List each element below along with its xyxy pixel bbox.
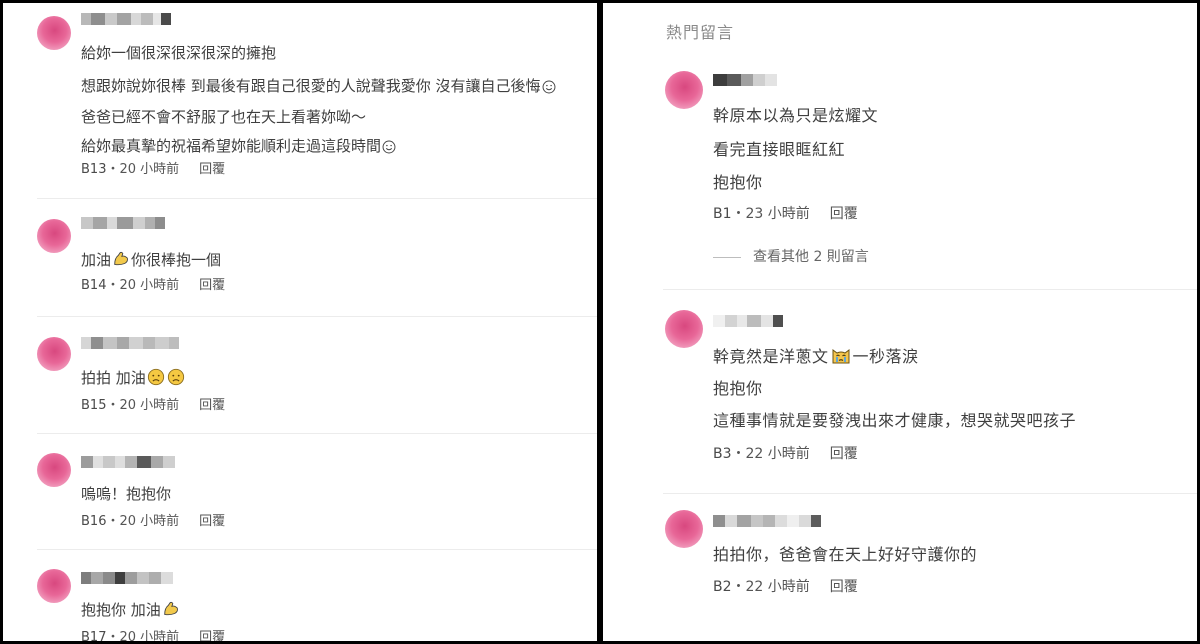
comment-text-line: 看完直接眼眶紅紅 <box>713 140 846 159</box>
comment-meta: B15・20 小時前 回覆 <box>81 398 225 414</box>
floor-number[interactable]: B17 <box>81 630 106 641</box>
username-blurred[interactable] <box>81 456 175 468</box>
reply-button[interactable]: 回覆 <box>830 206 858 222</box>
smile-emoji-icon <box>542 80 555 94</box>
crying-cat-emoji-icon <box>832 349 850 364</box>
comment-item: 拍拍 加油 B15・20 小時前 回覆 <box>3 317 597 433</box>
comment-meta: B2・22 小時前 回覆 <box>713 579 858 595</box>
comment-text-line: 給妳一個很深很深很深的擁抱 <box>81 44 277 62</box>
comment-text-line: 抱抱你 <box>713 173 763 192</box>
floor-number[interactable]: B16 <box>81 514 106 529</box>
comment-meta: B3・22 小時前 回覆 <box>713 446 858 462</box>
timestamp: ・20 小時前 <box>106 162 180 177</box>
timestamp: ・20 小時前 <box>106 398 180 413</box>
comment-text-line: 嗚嗚！抱抱你 <box>81 485 172 503</box>
floor-number[interactable]: B2 <box>713 579 732 595</box>
comment-item: 拍拍你，爸爸會在天上好好守護你的 B2・22 小時前 回覆 <box>603 494 1197 641</box>
floor-number[interactable]: B14 <box>81 278 106 293</box>
timestamp: ・20 小時前 <box>106 278 180 293</box>
avatar[interactable] <box>37 219 71 253</box>
username-blurred[interactable] <box>713 74 777 86</box>
view-more-replies-link[interactable]: 查看其他 2 則留言 <box>713 246 869 266</box>
avatar[interactable] <box>37 16 71 50</box>
username-blurred[interactable] <box>81 217 165 229</box>
reply-button[interactable]: 回覆 <box>199 514 225 529</box>
flexed-biceps-emoji-icon <box>164 601 178 616</box>
view-more-replies-label: 查看其他 2 則留言 <box>753 249 869 265</box>
comment-text-line: 抱抱你 加油 <box>81 600 181 620</box>
sad-face-emoji-icon <box>167 368 184 386</box>
comment-text-line: 抱抱你 <box>713 379 763 398</box>
username-blurred[interactable] <box>713 315 783 327</box>
timestamp: ・20 小時前 <box>106 514 180 529</box>
comment-list-left: 給妳一個很深很深很深的擁抱 想跟妳說妳很棒 到最後有跟自己很愛的人說聲我愛你 沒… <box>3 3 597 641</box>
comment-item: 幹竟然是洋蔥文 一秒落淚 抱抱你 這種事情就是要發洩出來才健康，想哭就哭吧孩子 B… <box>603 290 1197 493</box>
comment-item: 幹原本以為只是炫耀文 看完直接眼眶紅紅 抱抱你 B1・23 小時前 回覆 查看其他… <box>603 3 1197 278</box>
comment-item: 抱抱你 加油 B17・20 小時前 回覆 <box>3 550 597 641</box>
comment-text-line: 給妳最真摯的祝福希望妳能順利走過這段時間 <box>81 136 397 156</box>
timestamp: ・22 小時前 <box>731 579 810 595</box>
comment-item: 加油 你很棒抱一個 B14・20 小時前 回覆 <box>3 199 597 316</box>
reply-button[interactable]: 回覆 <box>830 446 858 462</box>
floor-number[interactable]: B3 <box>713 446 732 462</box>
comment-text-line: 幹竟然是洋蔥文 一秒落淚 <box>713 347 919 366</box>
avatar[interactable] <box>665 71 703 109</box>
comment-meta: B1・23 小時前 回覆 <box>713 206 858 222</box>
comment-item: 給妳一個很深很深很深的擁抱 想跟妳說妳很棒 到最後有跟自己很愛的人說聲我愛你 沒… <box>3 3 597 198</box>
avatar[interactable] <box>37 337 71 371</box>
comment-text-line: 加油 你很棒抱一個 <box>81 251 222 269</box>
reply-button[interactable]: 回覆 <box>199 162 225 177</box>
comment-item: 嗚嗚！抱抱你 B16・20 小時前 回覆 <box>3 434 597 549</box>
popular-comments-panel: 熱門留言 幹原本以為只是炫耀文 看完直接眼眶紅紅 抱抱你 B1・23 小時前 回覆… <box>603 3 1197 641</box>
floor-number[interactable]: B13 <box>81 162 106 177</box>
comment-meta: B16・20 小時前 回覆 <box>81 514 225 530</box>
timestamp: ・23 小時前 <box>731 206 810 222</box>
flexed-biceps-emoji-icon <box>114 251 128 266</box>
comment-meta: B17・20 小時前 回覆 <box>81 630 225 641</box>
avatar[interactable] <box>37 569 71 603</box>
reply-button[interactable]: 回覆 <box>830 579 858 595</box>
comment-text-line: 這種事情就是要發洩出來才健康，想哭就哭吧孩子 <box>713 411 1077 430</box>
timestamp: ・20 小時前 <box>106 630 180 641</box>
avatar[interactable] <box>665 310 703 348</box>
comment-text-line: 爸爸已經不會不舒服了也在天上看著妳呦～ <box>81 108 367 126</box>
username-blurred[interactable] <box>81 13 171 25</box>
username-blurred[interactable] <box>81 572 173 584</box>
comment-text-line: 拍拍你，爸爸會在天上好好守護你的 <box>713 545 978 564</box>
smile-emoji-icon <box>382 140 396 154</box>
comment-meta: B13・20 小時前 回覆 <box>81 162 225 178</box>
comment-text-line: 想跟妳說妳很棒 到最後有跟自己很愛的人說聲我愛你 沒有讓自己後悔 <box>81 76 557 96</box>
floor-number[interactable]: B15 <box>81 398 106 413</box>
reply-button[interactable]: 回覆 <box>199 398 225 413</box>
comment-text-line: 幹原本以為只是炫耀文 <box>713 106 879 125</box>
avatar[interactable] <box>665 510 703 548</box>
username-blurred[interactable] <box>81 337 179 349</box>
reply-button[interactable]: 回覆 <box>199 630 225 641</box>
floor-number[interactable]: B1 <box>713 206 732 222</box>
divider <box>713 256 741 258</box>
sad-face-emoji-icon <box>147 368 164 386</box>
comment-meta: B14・20 小時前 回覆 <box>81 278 225 294</box>
avatar[interactable] <box>37 453 71 487</box>
timestamp: ・22 小時前 <box>731 446 810 462</box>
reply-button[interactable]: 回覆 <box>199 278 225 293</box>
username-blurred[interactable] <box>713 515 821 527</box>
comment-text-line: 拍拍 加油 <box>81 368 186 388</box>
